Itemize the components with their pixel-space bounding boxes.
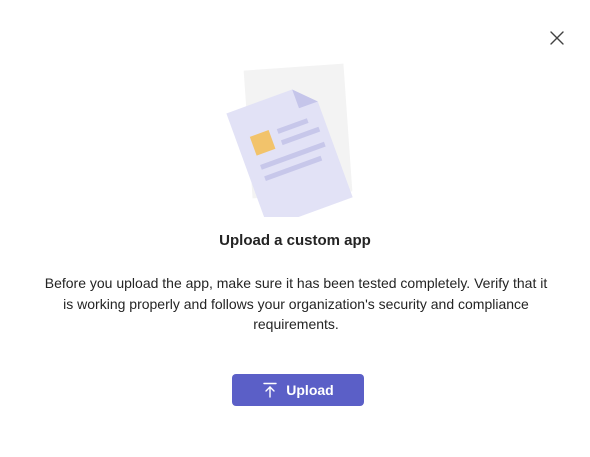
dialog-description: Before you upload the app, make sure it …	[44, 275, 548, 332]
dialog-title: Upload a custom app	[219, 232, 371, 249]
close-icon	[549, 30, 565, 51]
upload-custom-app-dialog: Upload a custom app Before you upload th…	[0, 0, 590, 457]
close-button[interactable]	[545, 28, 569, 52]
upload-arrow-icon	[262, 382, 278, 398]
document-illustration-icon	[220, 62, 380, 229]
upload-button[interactable]: Upload	[232, 374, 364, 406]
upload-button-label: Upload	[286, 382, 334, 398]
